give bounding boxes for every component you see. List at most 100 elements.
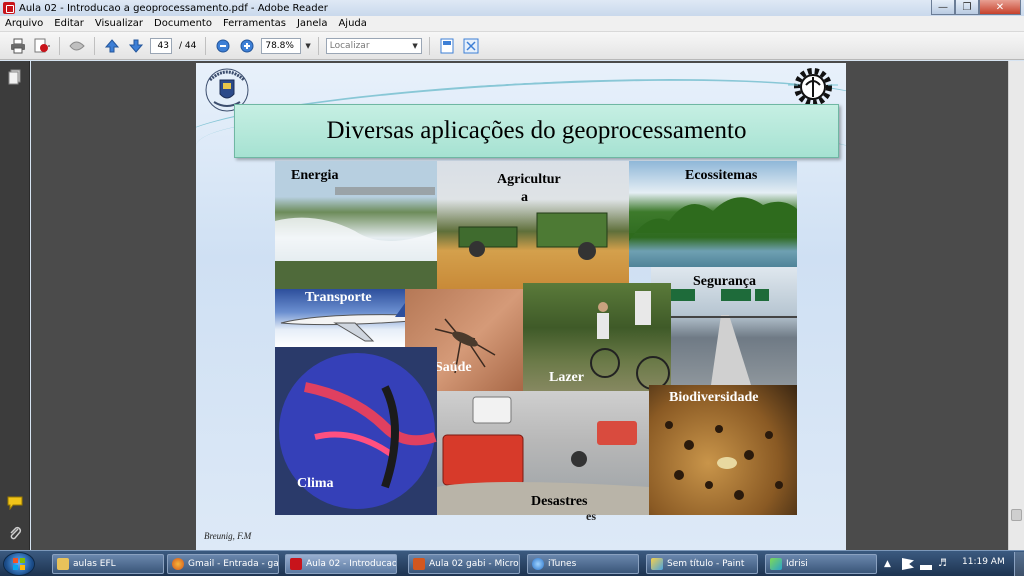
label-biodiversidade: Biodiversidade [669, 390, 759, 405]
folder-icon [57, 558, 69, 570]
label-energia: Energia [291, 168, 339, 183]
menu-ferramentas[interactable]: Ferramentas [218, 18, 292, 29]
label-seguranca: Segurança [693, 274, 756, 289]
vertical-scrollbar[interactable] [1008, 61, 1024, 550]
zoom-value: 78.8% [265, 40, 294, 51]
toolbar-separator [59, 36, 60, 55]
stray-text: es [586, 509, 596, 523]
taskbar-item-label: Sem título - Paint [667, 559, 745, 569]
toolbar-separator [94, 36, 95, 55]
close-button[interactable]: ✕ [979, 0, 1021, 15]
tile-energia: Energia [275, 161, 437, 289]
fit-page-icon[interactable] [437, 36, 457, 56]
itunes-icon [532, 558, 544, 570]
adobe-reader-icon [290, 558, 302, 570]
applications-collage: Energia Agricultur a Ecossitemas Seguran… [275, 161, 797, 515]
tray-expand-icon[interactable]: ▲ [884, 558, 896, 570]
label-saude: Saúde [435, 360, 472, 375]
taskbar-item-aulas-efl[interactable]: aulas EFL [52, 554, 164, 574]
toolbar-separator [317, 36, 319, 55]
zoom-in-icon[interactable] [237, 36, 257, 56]
zoom-dropdown-icon[interactable]: ▼ [305, 42, 310, 50]
tile-clima: Clima [275, 347, 437, 515]
taskbar-item-label: Aula 02 - Introducao... [306, 559, 397, 569]
label-agricultura-cont: a [521, 190, 528, 205]
create-pdf-icon[interactable] [32, 36, 52, 56]
comments-icon[interactable] [7, 495, 23, 511]
idrisi-icon [770, 558, 782, 570]
label-ecossistemas: Ecossitemas [685, 168, 758, 183]
firefox-icon [172, 558, 184, 570]
menu-visualizar[interactable]: Visualizar [90, 18, 149, 29]
slide-title: Diversas aplicações do geoprocessamento [234, 104, 839, 158]
pdf-page: Diversas aplicações do geoprocessamento … [196, 63, 846, 550]
print-icon[interactable] [8, 36, 28, 56]
adobe-reader-icon [3, 2, 15, 14]
taskbar-item-powerpoint[interactable]: Aula 02 gabi - Micro... [408, 554, 520, 574]
label-desastres: Desastres [531, 494, 588, 509]
taskbar-item-label: aulas EFL [73, 559, 116, 569]
scrollbar-thumb[interactable] [1011, 509, 1022, 521]
tile-agricultura: Agricultur a [437, 161, 629, 289]
powerpoint-icon [413, 558, 425, 570]
attachments-icon[interactable] [7, 525, 23, 541]
network-icon[interactable] [920, 558, 932, 570]
pages-icon[interactable] [7, 69, 23, 85]
windows-logo-icon [13, 558, 25, 570]
window-controls: — ❐ ✕ [931, 0, 1021, 15]
label-clima: Clima [297, 476, 334, 491]
tile-desastres: Desastres [437, 391, 649, 515]
toolbar-separator [205, 36, 207, 55]
taskbar-item-label: iTunes [548, 559, 577, 569]
zoom-out-icon[interactable] [213, 36, 233, 56]
menu-documento[interactable]: Documento [149, 18, 218, 29]
taskbar-item-label: Gmail - Entrada - ga... [188, 559, 279, 569]
title-bar: Aula 02 - Introducao a geoprocessamento.… [0, 0, 1024, 16]
zoom-select[interactable]: 78.8% [261, 37, 302, 54]
taskbar-item-paint[interactable]: Sem título - Paint [646, 554, 758, 574]
menu-arquivo[interactable]: Arquivo [0, 18, 49, 29]
share-icon[interactable] [67, 36, 87, 56]
tile-biodiversidade: Biodiversidade [649, 385, 797, 515]
cyclists-illustration [590, 291, 670, 390]
taskbar-item-itunes[interactable]: iTunes [527, 554, 639, 574]
label-agricultura: Agricultur [497, 172, 561, 187]
taskbar-item-label: Idrisi [786, 559, 808, 569]
slide-credit: Breunig, F.M [204, 531, 252, 541]
menu-bar: Arquivo Editar Visualizar Documento Ferr… [0, 16, 1024, 32]
menu-ajuda[interactable]: Ajuda [333, 18, 372, 29]
label-transporte: Transporte [305, 290, 372, 305]
volume-icon[interactable]: ♬ [938, 558, 950, 570]
toolbar-separator [428, 36, 430, 55]
prev-page-icon[interactable] [102, 36, 122, 56]
tile-transporte: Transporte [275, 289, 423, 347]
find-dropdown-icon[interactable]: ▼ [412, 42, 417, 50]
next-page-icon[interactable] [126, 36, 146, 56]
action-center-flag-icon[interactable] [902, 558, 914, 570]
menu-janela[interactable]: Janela [292, 18, 333, 29]
page-number-input[interactable]: 43 [150, 37, 172, 54]
clock[interactable]: 11:19 AM [962, 557, 1005, 567]
navigation-pane [0, 61, 30, 550]
show-desktop-button[interactable] [1014, 552, 1024, 576]
menu-editar[interactable]: Editar [49, 18, 90, 29]
taskbar-item-idrisi[interactable]: Idrisi [765, 554, 877, 574]
system-tray: ▲ ♬ [884, 554, 950, 574]
start-button[interactable] [3, 552, 35, 576]
tile-ecossistemas: Ecossitemas [629, 161, 797, 267]
maximize-button[interactable]: ❐ [955, 0, 979, 15]
find-placeholder: Localizar [329, 40, 370, 51]
taskbar: aulas EFL Gmail - Entrada - ga... Aula 0… [0, 550, 1024, 576]
tile-lazer: Lazer [523, 283, 671, 395]
taskbar-item-adobe-reader[interactable]: Aula 02 - Introducao... [285, 554, 397, 574]
taskbar-item-gmail[interactable]: Gmail - Entrada - ga... [167, 554, 279, 574]
minimize-button[interactable]: — [931, 0, 955, 15]
find-input[interactable]: Localizar ▼ [325, 37, 422, 54]
fullscreen-icon[interactable] [461, 36, 481, 56]
page-total: / 44 [179, 40, 197, 51]
label-lazer: Lazer [549, 370, 584, 385]
tile-seguranca: Segurança [651, 267, 797, 385]
toolbar: 43 / 44 78.8% ▼ Localizar ▼ [0, 32, 1024, 60]
paint-icon [651, 558, 663, 570]
window-title: Aula 02 - Introducao a geoprocessamento.… [19, 2, 328, 14]
